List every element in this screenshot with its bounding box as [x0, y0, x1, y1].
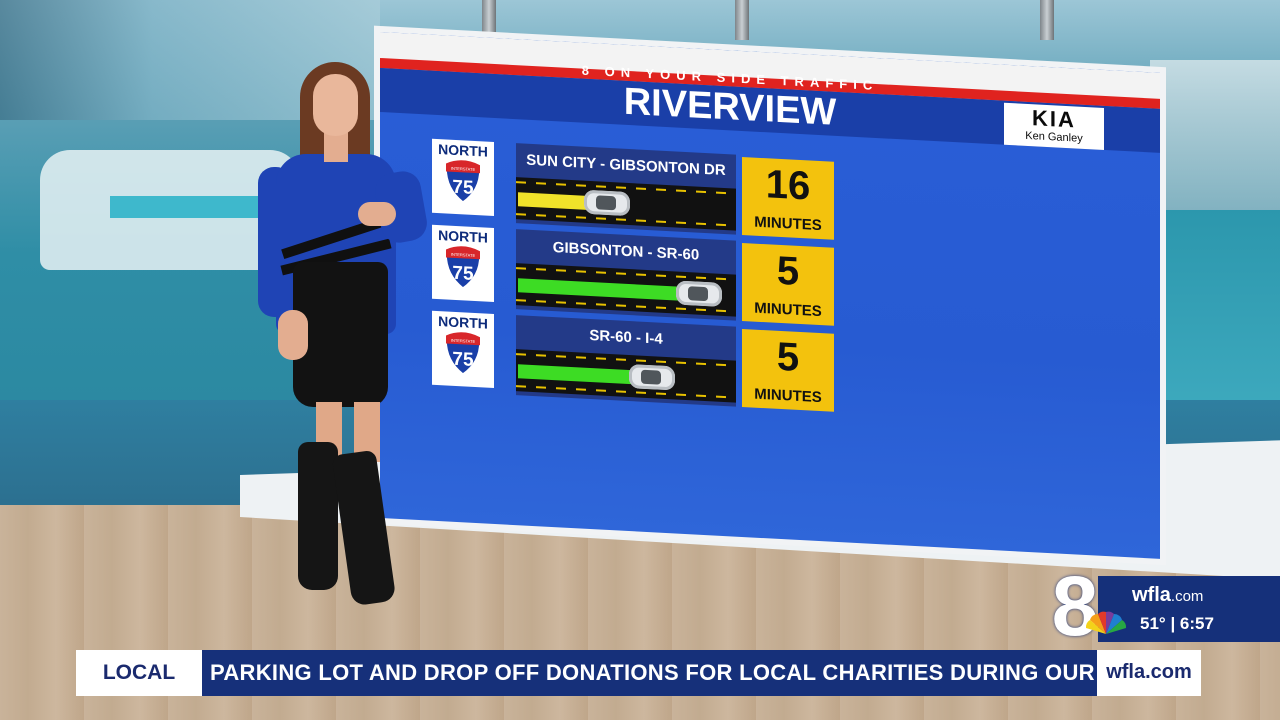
website-suffix: .com [1170, 588, 1204, 605]
website-name: wfla [1132, 584, 1171, 606]
news-anchor [258, 62, 433, 607]
interstate-shield-icon: INTERSTATE 75 [444, 159, 482, 204]
segment-name: SR-60 - I-4 [589, 326, 663, 348]
station-bug: 8 wfla.com 51° | 6:57 [1040, 564, 1280, 648]
anchor-right-hand [358, 202, 396, 226]
interstate-shield-icon: INTERSTATE 75 [444, 331, 482, 376]
lane-line [516, 385, 736, 399]
travel-time-unit: MINUTES [754, 213, 822, 235]
anchor-face [313, 74, 358, 136]
route-shield-box: NORTH INTERSTATE 75 [432, 310, 494, 388]
road-segment: GIBSONTON - SR-60 [516, 229, 736, 321]
travel-time: 5 MINUTES [742, 328, 834, 412]
news-ticker-bar: PARKING LOT AND DROP OFF DONATIONS FOR L… [202, 650, 1097, 696]
traffic-board: 8 ON YOUR SIDE TRAFFIC RIVERVIEW KIA Ken… [380, 32, 1160, 559]
road-graphic [516, 177, 736, 231]
temperature: 51° [1140, 614, 1166, 633]
board-post [735, 0, 749, 40]
lane-line [516, 213, 736, 227]
segment-name: SUN CITY - GIBSONTON DR [526, 151, 726, 180]
lane-line [516, 267, 736, 281]
traffic-flow-bar [518, 192, 594, 211]
ticker-brand: wfla.com [1106, 661, 1192, 683]
travel-time: 16 MINUTES [742, 156, 834, 240]
route-shield-box: NORTH INTERSTATE 75 [432, 224, 494, 302]
ticker-brand-box: wfla.com [1097, 650, 1201, 696]
news-ticker-text: PARKING LOT AND DROP OFF DONATIONS FOR L… [210, 660, 1097, 685]
background-boat-stripe [110, 196, 280, 218]
traffic-flow-bar [518, 364, 639, 385]
route-direction: NORTH [438, 227, 488, 246]
car-icon [629, 364, 675, 391]
road-segment: SUN CITY - GIBSONTON DR [516, 143, 736, 235]
lane-line [516, 181, 736, 195]
route-direction: NORTH [438, 313, 488, 332]
background-marina [1150, 60, 1280, 220]
nbc-peacock-icon [1085, 611, 1127, 634]
travel-time-value: 5 [776, 334, 800, 380]
road-segment: SR-60 - I-4 [516, 315, 736, 407]
weather-time-readout: 51° | 6:57 [1140, 614, 1214, 633]
shield-number: 75 [452, 177, 474, 199]
category-label-box: LOCAL [76, 650, 202, 696]
travel-time: 5 MINUTES [742, 242, 834, 326]
interstate-shield-icon: INTERSTATE 75 [444, 245, 482, 290]
board-post [1040, 0, 1054, 40]
shield-number: 75 [452, 349, 474, 371]
station-website: wfla.com [1132, 584, 1203, 607]
category-label: LOCAL [102, 661, 176, 684]
road-graphic [516, 349, 736, 403]
anchor-left-hand [278, 310, 308, 360]
route-direction: NORTH [438, 141, 488, 160]
board-post [482, 0, 496, 40]
travel-time-value: 16 [765, 162, 811, 209]
traffic-flow-bar [518, 278, 686, 302]
travel-time-unit: MINUTES [754, 299, 822, 321]
car-icon [676, 280, 722, 307]
travel-time-unit: MINUTES [754, 385, 822, 407]
travel-time-value: 5 [776, 248, 800, 294]
anchor-neck [324, 132, 348, 162]
car-icon [584, 189, 630, 217]
segment-name: GIBSONTON - SR-60 [552, 239, 700, 264]
road-graphic [516, 263, 736, 317]
sponsor-logo: KIA Ken Ganley [1004, 102, 1104, 150]
lane-line [516, 353, 736, 367]
route-shield-box: NORTH INTERSTATE 75 [432, 138, 494, 216]
anchor-right-boot [331, 449, 397, 607]
clock-time: 6:57 [1179, 614, 1214, 633]
shield-number: 75 [452, 263, 474, 285]
